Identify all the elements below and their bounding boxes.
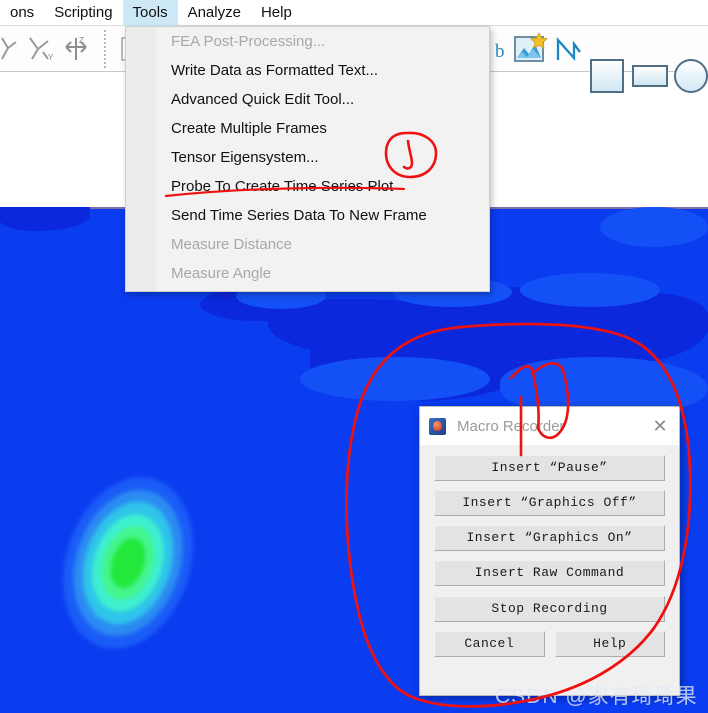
menu-item-tensor-eigensystem[interactable]: Tensor Eigensystem... — [126, 143, 489, 172]
close-icon[interactable]: ✕ — [650, 416, 670, 436]
application-window: Y Z b ons Scripting Tools Analyze Help F… — [0, 0, 708, 713]
menu-item-label: Measure Angle — [171, 265, 272, 282]
axis-z-flip-icon[interactable]: Z — [60, 32, 94, 66]
dialog-title: Macro Recorder — [457, 417, 565, 435]
menubar-label: Analyze — [187, 3, 241, 21]
menubar-label: ons — [10, 3, 35, 21]
circle-shape-icon[interactable] — [674, 59, 708, 93]
insert-raw-command-button[interactable]: Insert Raw Command — [434, 560, 665, 586]
menubar-item-scripting[interactable]: Scripting — [44, 0, 122, 26]
menu-item-create-multiple-frames[interactable]: Create Multiple Frames — [126, 114, 489, 143]
menu-item-send-time-series-data-to-new-frame[interactable]: Send Time Series Data To New Frame — [126, 201, 489, 230]
toolbar-separator-icon — [104, 30, 106, 68]
help-button[interactable]: Help — [554, 631, 665, 657]
menu-item-measure-distance[interactable]: Measure Distance — [126, 230, 489, 259]
menubar-item-tools[interactable]: Tools — [122, 0, 178, 26]
polyline-icon[interactable] — [552, 32, 586, 66]
menu-item-label: Create Multiple Frames — [171, 120, 327, 137]
menu-item-probe-to-create-time-series-plot[interactable]: Probe To Create Time Series Plot — [126, 172, 489, 201]
menu-item-label: Measure Distance — [171, 236, 292, 253]
menu-item-advanced-quick-edit-tool[interactable]: Advanced Quick Edit Tool... — [126, 85, 489, 114]
dialog-title-bar[interactable]: Macro Recorder ✕ — [420, 407, 679, 445]
dialog-body: Insert “Pause” Insert “Graphics Off” Ins… — [420, 445, 679, 695]
watermark-text: CSDN @家有琦琦果 — [495, 685, 698, 708]
contour-mid-patch — [600, 207, 708, 247]
macro-recorder-dialog: Macro Recorder ✕ Insert “Pause” Insert “… — [419, 406, 680, 696]
menubar-label: Help — [260, 3, 292, 21]
svg-text:Z: Z — [79, 36, 84, 45]
contour-mid-patch — [520, 273, 660, 307]
menu-item-label: Write Data as Formatted Text... — [171, 62, 379, 79]
menu-item-label: FEA Post-Processing... — [171, 33, 326, 50]
menu-item-measure-angle[interactable]: Measure Angle — [126, 259, 489, 288]
insert-graphics-on-button[interactable]: Insert “Graphics On” — [434, 525, 665, 551]
menubar-label: Scripting — [54, 3, 113, 21]
tools-dropdown-menu: FEA Post-Processing... Write Data as For… — [125, 26, 490, 292]
menu-item-label: Advanced Quick Edit Tool... — [171, 91, 355, 108]
square-shape-icon[interactable] — [590, 59, 624, 93]
menu-item-label: Tensor Eigensystem... — [171, 149, 319, 166]
menu-item-fea-post-processing[interactable]: FEA Post-Processing... — [126, 27, 489, 56]
macro-recorder-icon — [429, 417, 446, 435]
contour-dark-patch — [0, 207, 90, 231]
insert-graphics-off-button[interactable]: Insert “Graphics Off” — [434, 490, 665, 516]
stop-recording-button[interactable]: Stop Recording — [434, 596, 665, 622]
insert-image-icon[interactable] — [510, 30, 548, 68]
svg-text:Y: Y — [48, 53, 54, 62]
contour-mid-patch — [300, 357, 490, 401]
menubar-item-help[interactable]: Help — [251, 0, 302, 26]
menubar-item-analyze[interactable]: Analyze — [178, 0, 251, 26]
insert-pause-button[interactable]: Insert “Pause” — [434, 455, 665, 481]
menubar-item-ons[interactable]: ons — [0, 0, 44, 26]
dialog-button-row: Cancel Help — [434, 631, 665, 657]
menu-item-label: Probe To Create Time Series Plot — [171, 178, 394, 195]
rectangle-shape-icon[interactable] — [632, 65, 668, 87]
menubar-label: Tools — [132, 3, 168, 21]
axes-rotate-xy-icon[interactable]: Y — [24, 32, 58, 66]
cancel-button[interactable]: Cancel — [434, 631, 545, 657]
menu-item-label: Send Time Series Data To New Frame — [171, 207, 427, 224]
menu-item-write-data-as-formatted-text[interactable]: Write Data as Formatted Text... — [126, 56, 489, 85]
menu-bar: ons Scripting Tools Analyze Help — [0, 0, 708, 26]
svg-text:b: b — [495, 41, 505, 62]
